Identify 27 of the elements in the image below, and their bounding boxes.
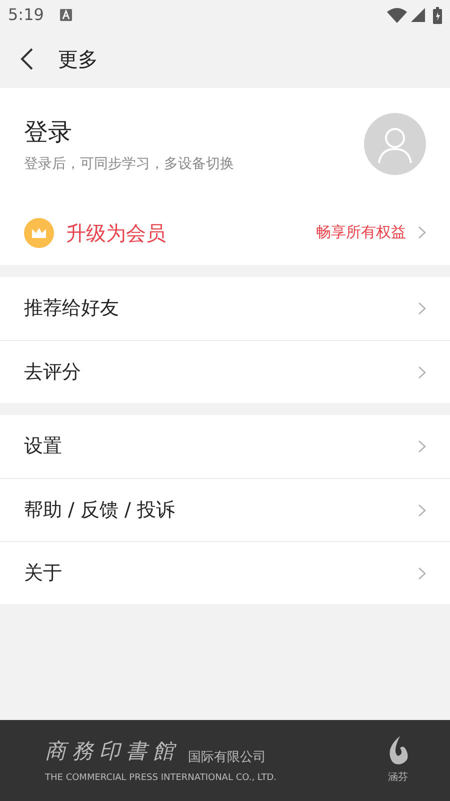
status-time: 5:19 xyxy=(8,4,44,26)
logo-mark-text: 涵芬 xyxy=(388,770,408,785)
battery-icon xyxy=(433,6,442,24)
company-suffix: 国际有限公司 xyxy=(188,749,266,767)
menu-item[interactable]: 去评分 xyxy=(0,340,450,403)
chevron-right-icon xyxy=(418,366,426,378)
signal-icon xyxy=(411,8,425,22)
menu-item[interactable]: 设置 xyxy=(0,415,450,478)
chevron-right-icon xyxy=(418,504,426,516)
back-icon[interactable] xyxy=(20,47,34,71)
page-title: 更多 xyxy=(58,46,98,73)
chevron-right-icon xyxy=(418,226,426,239)
crown-icon xyxy=(24,218,54,248)
chevron-right-icon xyxy=(418,302,426,315)
brand-name: 商務印書館 xyxy=(45,738,180,765)
keyboard-notification-icon xyxy=(60,9,72,21)
upgrade-member-label[interactable]: 升级为会员 xyxy=(66,218,316,248)
chevron-right-icon xyxy=(418,566,426,580)
chevron-right-icon xyxy=(418,440,426,453)
menu-item[interactable]: 帮助 / 反馈 / 投诉 xyxy=(0,478,450,541)
menu-item[interactable]: 推荐给好友 xyxy=(0,277,450,340)
benefit-label[interactable]: 畅享所有权益 xyxy=(316,221,406,244)
login-subtitle: 登录后，可同步学习，多设备切换 xyxy=(24,154,235,174)
english-name: THE COMMERCIAL PRESS INTERNATIONAL CO., LTD. xyxy=(45,772,278,784)
menu-item[interactable]: 关于 xyxy=(0,541,450,604)
login-title[interactable]: 登录 xyxy=(24,114,364,150)
wifi-icon xyxy=(387,8,407,22)
